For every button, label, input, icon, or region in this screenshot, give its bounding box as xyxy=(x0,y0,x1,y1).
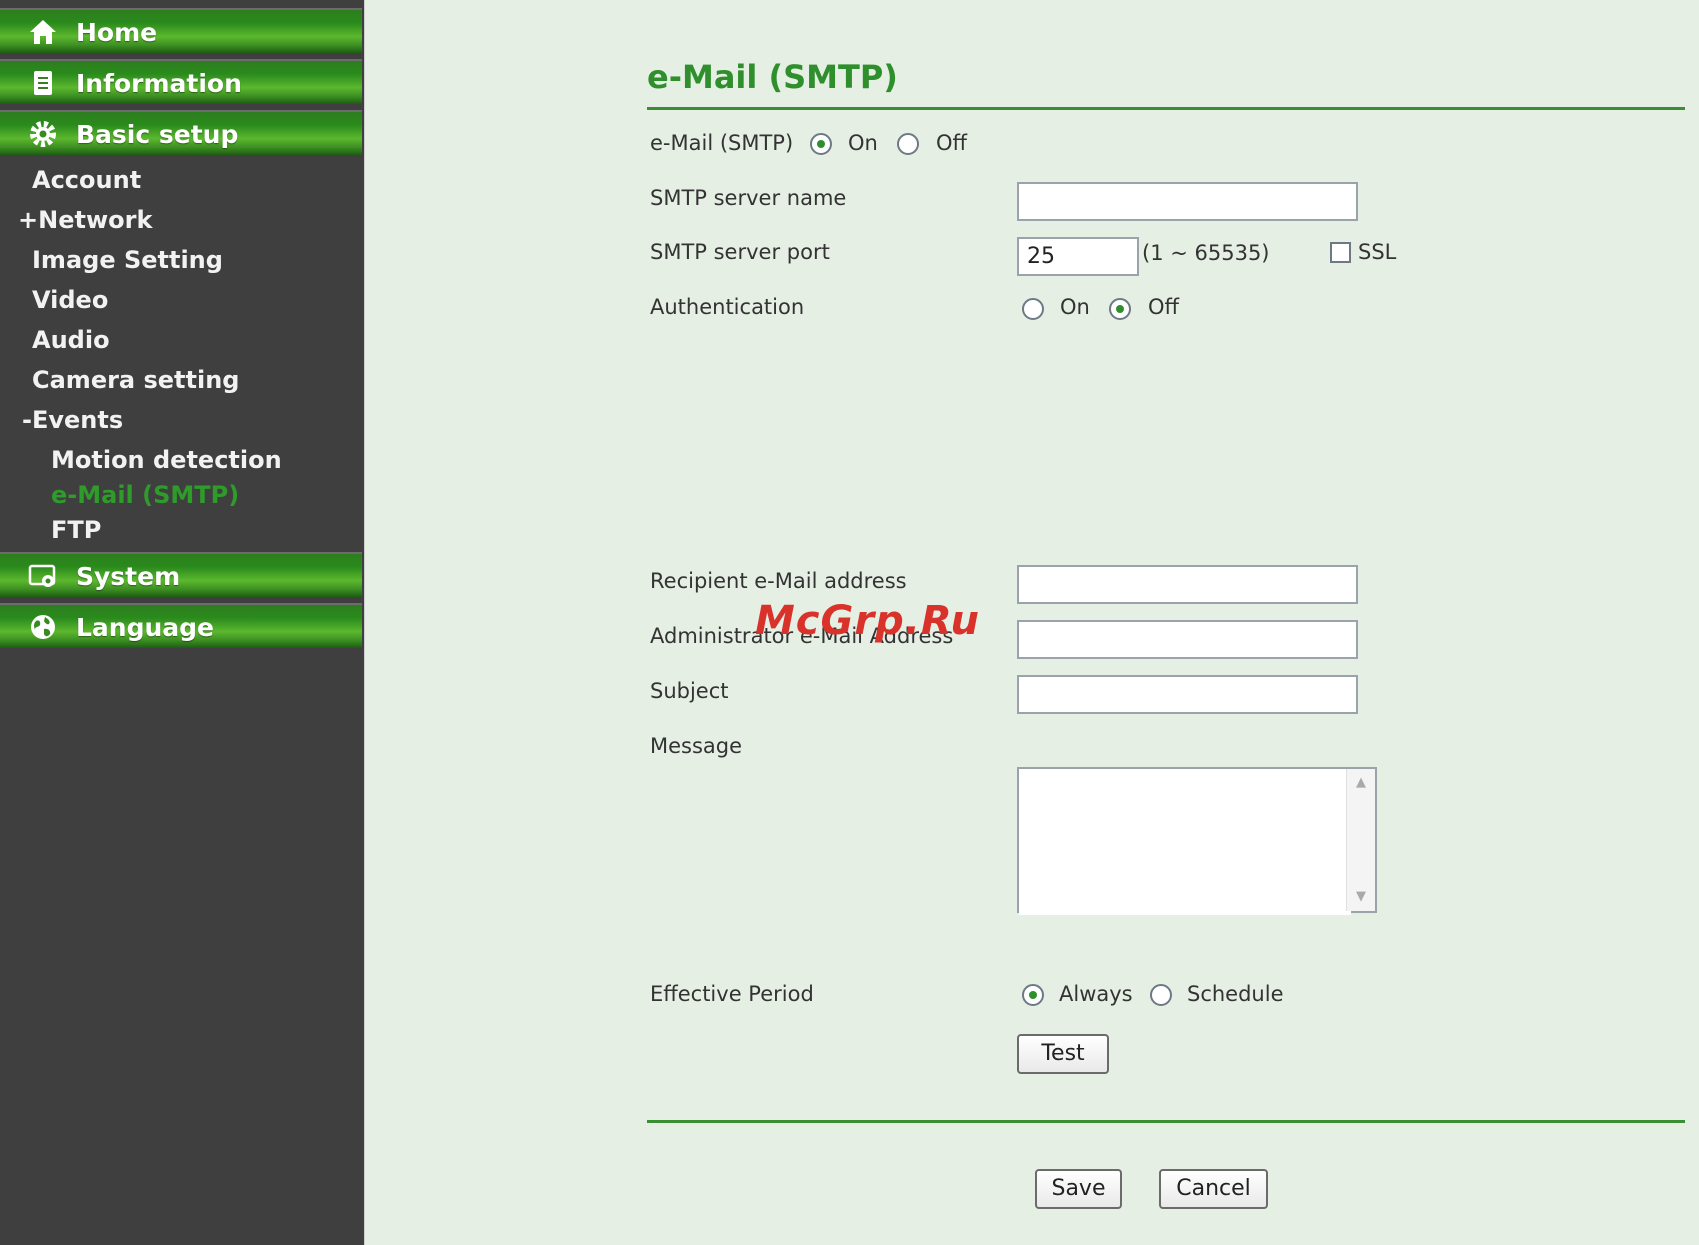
gear-icon xyxy=(30,121,56,147)
nav-home-label: Home xyxy=(76,18,158,47)
sidebar-item-image-setting[interactable]: Image Setting xyxy=(32,246,223,274)
nav-basic-setup[interactable]: Basic setup xyxy=(0,110,362,155)
smtp-server-port-input[interactable] xyxy=(1017,237,1139,276)
sidebar-item-network[interactable]: +Network xyxy=(18,206,152,234)
admin-email-input[interactable] xyxy=(1017,620,1358,659)
message-box: ▲ ▼ xyxy=(1017,767,1377,915)
page-title: e-Mail (SMTP) xyxy=(647,58,898,96)
port-range-hint: (1 ~ 65535) xyxy=(1142,241,1270,265)
effective-period-label: Effective Period xyxy=(650,982,814,1006)
authentication-off-radio[interactable] xyxy=(1109,298,1131,320)
sidebar-item-events[interactable]: -Events xyxy=(22,406,123,434)
nav-information-label: Information xyxy=(76,69,242,98)
authentication-on-radio[interactable] xyxy=(1022,298,1044,320)
nav-language-label: Language xyxy=(76,613,215,642)
nav-language[interactable]: Language xyxy=(0,603,362,648)
sidebar-item-camera-setting[interactable]: Camera setting xyxy=(32,366,239,394)
recipient-email-label: Recipient e-Mail address xyxy=(650,569,907,593)
cancel-button[interactable]: Cancel xyxy=(1159,1169,1268,1209)
smtp-server-name-label: SMTP server name xyxy=(650,186,847,210)
save-button[interactable]: Save xyxy=(1035,1169,1122,1209)
subject-input[interactable] xyxy=(1017,675,1358,714)
globe-icon xyxy=(31,615,55,639)
sidebar: Home Information Basic setup Account +Ne… xyxy=(0,0,365,1245)
authentication-label: Authentication xyxy=(650,295,805,319)
watermark: McGrp.Ru xyxy=(755,598,980,644)
scroll-down-icon[interactable]: ▼ xyxy=(1349,885,1373,909)
sidebar-item-email-smtp[interactable]: e-Mail (SMTP) xyxy=(51,481,239,509)
smtp-server-name-input[interactable] xyxy=(1017,182,1358,221)
message-scrollbar[interactable]: ▲ ▼ xyxy=(1346,769,1375,911)
test-button[interactable]: Test xyxy=(1017,1034,1109,1074)
smtp-server-port-label: SMTP server port xyxy=(650,240,830,264)
nav-home[interactable]: Home xyxy=(0,8,362,53)
sidebar-item-video[interactable]: Video xyxy=(32,286,108,314)
sidebar-item-ftp[interactable]: FTP xyxy=(51,516,101,544)
home-icon xyxy=(30,20,56,44)
nav-basic-setup-label: Basic setup xyxy=(76,120,239,149)
nav-system-label: System xyxy=(76,562,181,591)
effective-period-always-label: Always xyxy=(1059,982,1133,1006)
message-textarea[interactable] xyxy=(1019,769,1351,915)
sidebar-item-motion-detection[interactable]: Motion detection xyxy=(51,446,282,474)
email-smtp-off-label: Off xyxy=(936,131,967,155)
recipient-email-input[interactable] xyxy=(1017,565,1358,604)
effective-period-schedule-radio[interactable] xyxy=(1150,984,1172,1006)
sidebar-item-account[interactable]: Account xyxy=(32,166,141,194)
ssl-checkbox[interactable] xyxy=(1330,242,1351,263)
subject-label: Subject xyxy=(650,679,729,703)
nav-system[interactable]: System xyxy=(0,552,362,597)
email-smtp-off-radio[interactable] xyxy=(897,133,919,155)
system-icon xyxy=(28,564,56,587)
email-smtp-on-radio[interactable] xyxy=(810,133,832,155)
authentication-on-label: On xyxy=(1060,295,1090,319)
document-icon xyxy=(34,71,52,95)
effective-period-schedule-label: Schedule xyxy=(1187,982,1284,1006)
message-label: Message xyxy=(650,734,743,758)
ssl-label: SSL xyxy=(1358,240,1397,264)
effective-period-always-radio[interactable] xyxy=(1022,984,1044,1006)
scroll-up-icon[interactable]: ▲ xyxy=(1349,771,1373,795)
bottom-divider xyxy=(647,1120,1685,1123)
nav-information[interactable]: Information xyxy=(0,59,362,104)
email-smtp-on-label: On xyxy=(848,131,878,155)
email-smtp-label: e-Mail (SMTP) xyxy=(650,131,794,155)
authentication-off-label: Off xyxy=(1148,295,1179,319)
title-divider xyxy=(647,107,1685,110)
sidebar-item-audio[interactable]: Audio xyxy=(32,326,110,354)
